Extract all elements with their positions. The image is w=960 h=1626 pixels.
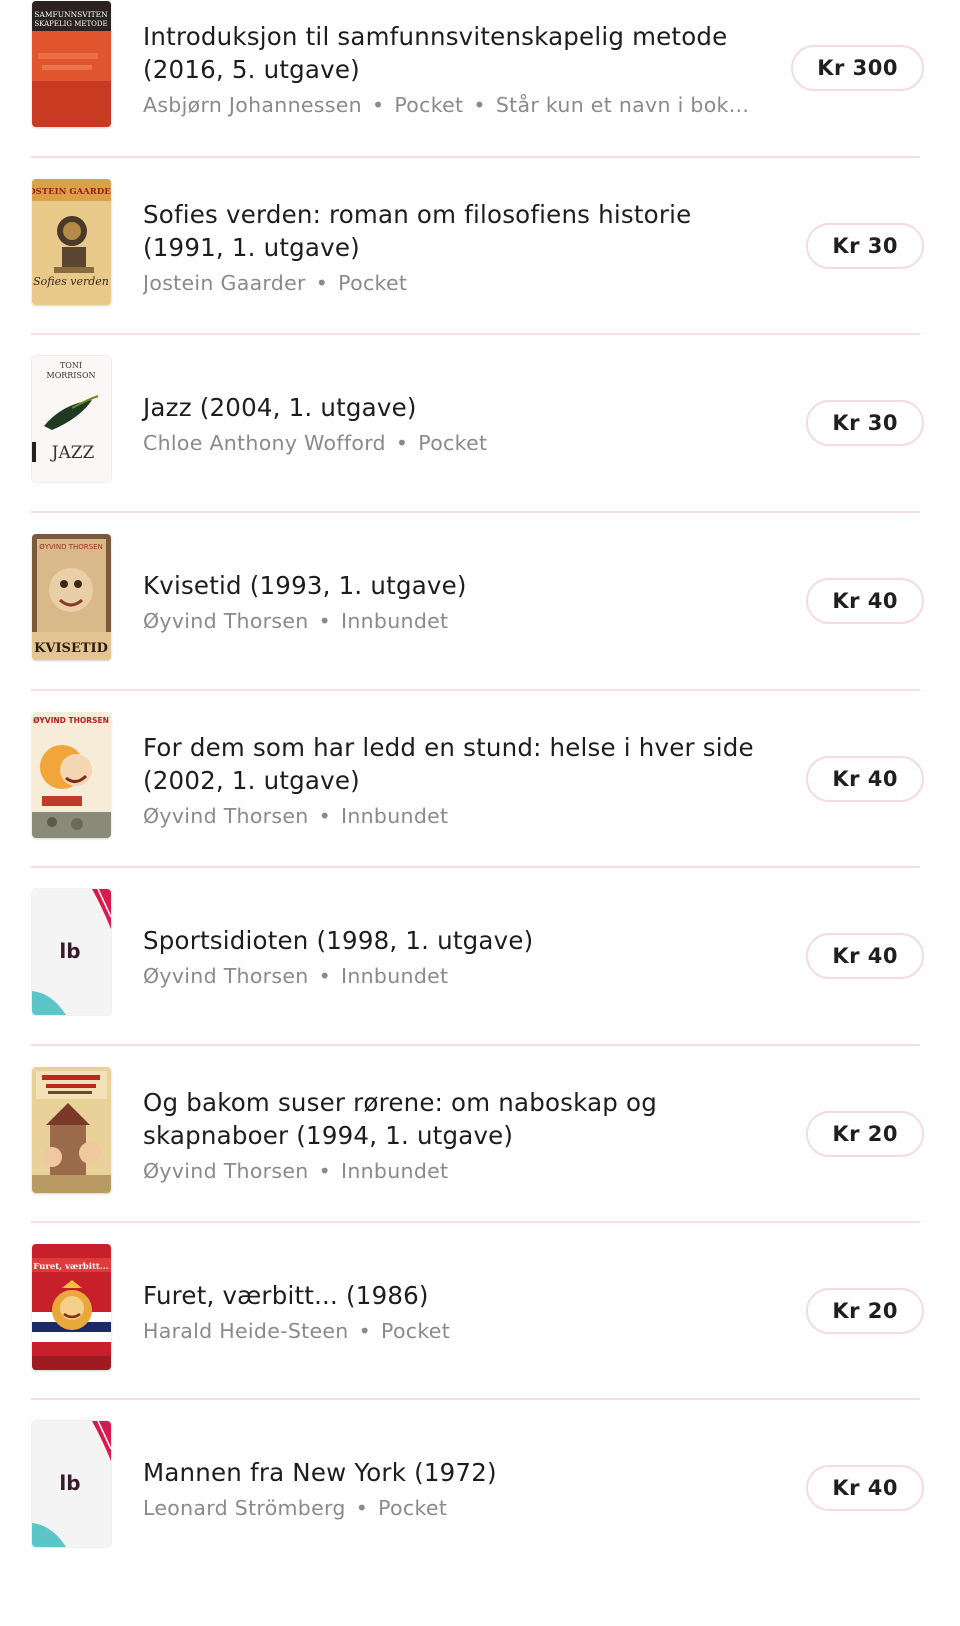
book-list-item[interactable]: TONI MORRISON JAZZ Jazz (2004, 1. utgave… xyxy=(0,333,960,515)
book-format: Innbundet xyxy=(341,609,449,633)
book-meta: Asbjørn Johannessen • Pocket • Står kun et n… xyxy=(143,91,770,119)
svg-text:JAZZ: JAZZ xyxy=(50,443,95,463)
meta-separator: • xyxy=(358,1319,372,1343)
book-title[interactable]: Og bakom suser rørene: om naboskap og sk… xyxy=(143,1086,770,1152)
book-list-item[interactable]: JOSTEIN GAARDER Sofies verden Sofies ver… xyxy=(0,156,960,338)
book-title[interactable]: Introduksjon til samfunnsvitenskapelig m… xyxy=(143,20,770,86)
book-title[interactable]: Sportsidioten (1998, 1. utgave) xyxy=(143,924,770,957)
book-format: Innbundet xyxy=(341,964,449,988)
book-title[interactable]: Sofies verden: roman om filosofiens hist… xyxy=(143,198,770,264)
book-cover-image: SAMFUNNSVITEN SKAPELIG METODE xyxy=(32,1,111,127)
book-cover-image: ØYVIND THORSEN KVISETID xyxy=(32,534,111,660)
meta-separator: • xyxy=(355,1496,369,1520)
book-title[interactable]: For dem som har ledd en stund: helse i h… xyxy=(143,731,770,797)
price-button[interactable]: Kr 20 xyxy=(806,1111,924,1157)
price-button[interactable]: Kr 40 xyxy=(806,1465,924,1511)
meta-separator: • xyxy=(315,270,329,295)
book-cover-image: JOSTEIN GAARDER Sofies verden xyxy=(32,179,111,305)
meta-separator: • xyxy=(318,803,331,828)
book-meta: Øyvind Thorsen • Innbundet xyxy=(143,802,770,830)
book-format: Pocket xyxy=(418,431,488,455)
svg-text:Sofies verden: Sofies verden xyxy=(33,275,109,288)
meta-separator: • xyxy=(395,431,409,455)
book-list-item[interactable]: Furet, værbitt... Furet, værbitt... (198… xyxy=(0,1221,960,1403)
book-format: Pocket xyxy=(338,270,408,295)
book-cover-placeholder: lb xyxy=(32,889,111,1015)
svg-text:ØYVIND THORSEN: ØYVIND THORSEN xyxy=(39,543,103,551)
lb-logo-icon: lb xyxy=(59,939,80,963)
book-meta: Leonard Strömberg • Pocket xyxy=(143,1494,770,1522)
book-cover-image: TONI MORRISON JAZZ xyxy=(32,356,111,482)
svg-text:TONI: TONI xyxy=(60,361,82,370)
book-list-item[interactable]: SAMFUNNSVITEN SKAPELIG METODE Introduksj… xyxy=(0,0,960,160)
price-button[interactable]: Kr 30 xyxy=(806,223,924,269)
book-meta: Harald Heide-Steen • Pocket xyxy=(143,1317,770,1345)
book-cover-image xyxy=(32,1067,111,1193)
price-button[interactable]: Kr 20 xyxy=(806,1288,924,1334)
book-list-item[interactable]: Og bakom suser rørene: om naboskap og sk… xyxy=(0,1044,960,1226)
book-author: Asbjørn Johannessen xyxy=(143,92,362,117)
book-list-item[interactable]: ØYVIND THORSEN KVISETID Kvisetid (1993, … xyxy=(0,511,960,693)
book-format: Pocket xyxy=(381,1319,451,1343)
svg-text:KVISETID: KVISETID xyxy=(34,641,108,656)
book-meta: Jostein Gaarder • Pocket xyxy=(143,269,770,297)
book-meta: Øyvind Thorsen • Innbundet xyxy=(143,1157,770,1185)
price-button[interactable]: Kr 40 xyxy=(806,933,924,979)
meta-separator: • xyxy=(318,609,331,633)
book-author: Øyvind Thorsen xyxy=(143,964,309,988)
book-cover-image: ØYVIND THORSEN xyxy=(32,712,111,838)
book-meta: Øyvind Thorsen • Innbundet xyxy=(143,607,770,635)
svg-text:ØYVIND THORSEN: ØYVIND THORSEN xyxy=(33,716,109,725)
meta-separator: • xyxy=(371,92,385,117)
svg-text:Furet, værbitt...: Furet, værbitt... xyxy=(33,1262,108,1272)
book-author: Øyvind Thorsen xyxy=(143,803,309,828)
price-button[interactable]: Kr 40 xyxy=(806,756,924,802)
book-format: Pocket xyxy=(378,1496,448,1520)
book-cover-image: Furet, værbitt... xyxy=(32,1244,111,1370)
book-list-item[interactable]: lb Sportsidioten (1998, 1. utgave) Øyvin… xyxy=(0,866,960,1048)
meta-separator: • xyxy=(318,964,331,988)
book-title[interactable]: Kvisetid (1993, 1. utgave) xyxy=(143,569,770,602)
book-note: Står kun et navn i bok... xyxy=(495,92,750,117)
book-author: Harald Heide-Steen xyxy=(143,1319,349,1343)
book-meta: Chloe Anthony Wofford • Pocket xyxy=(143,429,770,457)
price-button[interactable]: Kr 300 xyxy=(791,45,924,91)
book-cover-placeholder: lb xyxy=(32,1421,111,1547)
book-author: Jostein Gaarder xyxy=(143,270,306,295)
svg-text:SKAPELIG METODE: SKAPELIG METODE xyxy=(34,20,107,28)
svg-text:MORRISON: MORRISON xyxy=(47,371,96,380)
price-button[interactable]: Kr 40 xyxy=(806,578,924,624)
book-format: Innbundet xyxy=(341,1158,449,1183)
book-author: Øyvind Thorsen xyxy=(143,1158,309,1183)
svg-text:JOSTEIN GAARDER: JOSTEIN GAARDER xyxy=(32,187,111,197)
book-format: Pocket xyxy=(394,92,464,117)
price-button[interactable]: Kr 30 xyxy=(806,400,924,446)
book-author: Chloe Anthony Wofford xyxy=(143,431,386,455)
meta-separator: • xyxy=(318,1158,331,1183)
book-list-item[interactable]: lb Mannen fra New York (1972) Leonard St… xyxy=(0,1398,960,1580)
book-meta: Øyvind Thorsen • Innbundet xyxy=(143,962,770,990)
book-author: Leonard Strömberg xyxy=(143,1496,346,1520)
book-author: Øyvind Thorsen xyxy=(143,609,309,633)
book-format: Innbundet xyxy=(341,803,449,828)
book-list-item[interactable]: ØYVIND THORSEN For dem som har ledd en s… xyxy=(0,689,960,871)
meta-separator: • xyxy=(473,92,486,117)
book-title[interactable]: Mannen fra New York (1972) xyxy=(143,1456,770,1489)
lb-logo-icon: lb xyxy=(59,1471,80,1495)
svg-text:SAMFUNNSVITEN: SAMFUNNSVITEN xyxy=(34,10,108,19)
book-title[interactable]: Jazz (2004, 1. utgave) xyxy=(143,391,770,424)
book-title[interactable]: Furet, værbitt... (1986) xyxy=(143,1279,770,1312)
